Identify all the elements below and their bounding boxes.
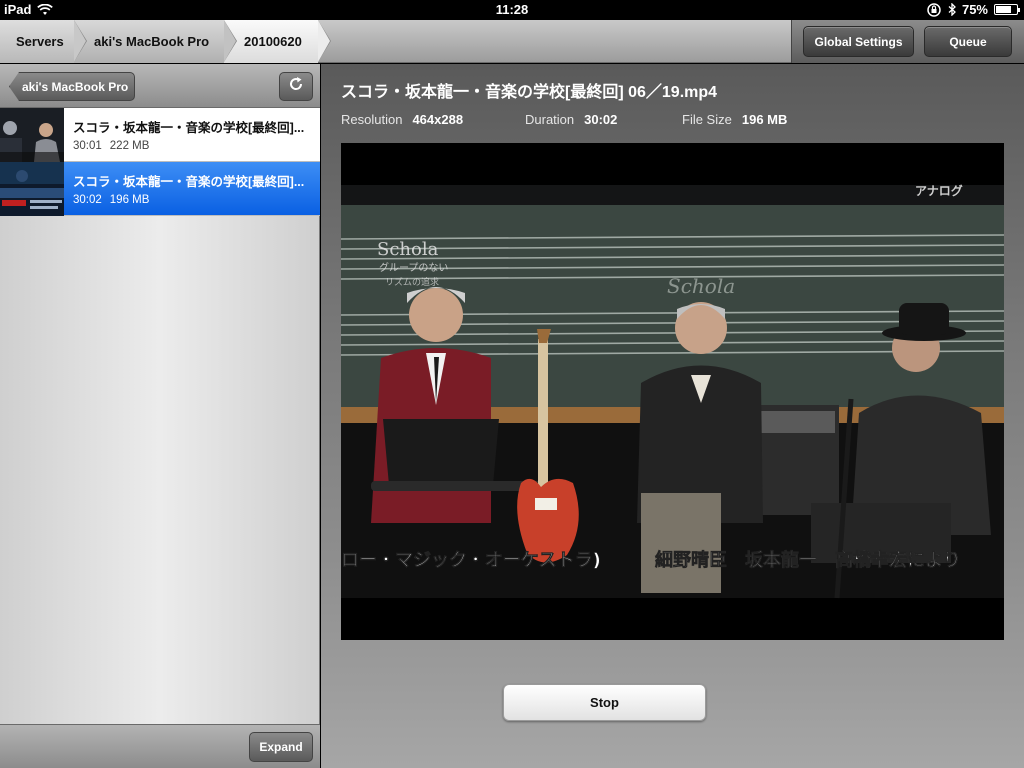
resolution-value: 464x288 <box>412 112 464 127</box>
list-item-title: スコラ・坂本龍一・音楽の学校[最終回]... <box>73 175 305 189</box>
caption-right: 細野晴臣 坂本龍一 高橋幸宏により <box>655 549 961 571</box>
breadcrumb: Servers aki's MacBook Pro 20100620 <box>0 20 331 63</box>
board-subtitle-2: リズムの追求 <box>385 276 439 288</box>
list-item-duration: 30:01 <box>73 140 102 152</box>
stop-button[interactable]: Stop <box>503 684 706 721</box>
caption-left: ロー・マジック・オーケストラ) <box>341 550 601 571</box>
back-button-label: aki's MacBook Pro <box>22 79 129 94</box>
file-list-panel: aki's MacBook Pro スコラ・坂本龍一・音楽の学校[最終回]... <box>0 64 320 768</box>
video-player[interactable]: アナログ Schola グループのない リズムの追求 Schola ロー・マジッ… <box>341 143 1004 640</box>
resolution-label: Resolution <box>341 112 403 127</box>
list-item-selected[interactable]: スコラ・坂本龍一・音楽の学校[最終回]... 30:02 196 MB <box>0 162 320 216</box>
breadcrumb-folder-label: 20100620 <box>244 34 302 49</box>
video-detail-panel: スコラ・坂本龍一・音楽の学校[最終回] 06／19.mp4 Resolution… <box>321 64 1024 768</box>
breadcrumb-computer-label: aki's MacBook Pro <box>94 34 210 49</box>
queue-button[interactable]: Queue <box>924 26 1012 57</box>
list-item-meta: 30:02 196 MB <box>73 194 149 206</box>
board-subtitle-1: グループのない <box>379 261 448 274</box>
expand-button[interactable]: Expand <box>249 732 313 762</box>
battery-percent: 75% <box>961 2 988 17</box>
list-item-title: スコラ・坂本龍一・音楽の学校[最終回]... <box>73 121 305 135</box>
breadcrumb-servers[interactable]: Servers <box>0 20 87 63</box>
list-item-duration: 30:02 <box>73 194 102 206</box>
duration-label: Duration <box>525 112 575 127</box>
list-item-meta: 30:01 222 MB <box>73 140 149 152</box>
duration-value: 30:02 <box>584 112 618 127</box>
toolbar-actions: Global Settings Queue <box>791 20 1024 63</box>
video-list: スコラ・坂本龍一・音楽の学校[最終回]... 30:01 222 MB スコラ・坂… <box>0 108 320 216</box>
list-item[interactable]: スコラ・坂本龍一・音楽の学校[最終回]... 30:01 222 MB <box>0 108 320 162</box>
breadcrumb-servers-label: Servers <box>16 34 64 49</box>
battery-icon <box>994 4 1020 15</box>
board-title: Schola <box>377 239 439 260</box>
filesize-label: File Size <box>682 112 732 127</box>
breadcrumb-computer[interactable]: aki's MacBook Pro <box>74 20 237 63</box>
status-bar: iPad 11:28 75% <box>0 0 1024 20</box>
refresh-button[interactable] <box>279 72 313 101</box>
video-info: Resolution 464x288 Duration 30:02 File S… <box>341 112 787 127</box>
list-item-size: 222 MB <box>109 140 150 152</box>
chalk-writing: Schola <box>667 274 735 298</box>
sidebar-footer: Expand <box>0 724 320 768</box>
sidebar-header: aki's MacBook Pro <box>0 64 320 108</box>
filesize-value: 196 MB <box>741 112 788 127</box>
bluetooth-icon <box>948 3 956 16</box>
rotation-lock-icon <box>926 2 942 17</box>
video-title: スコラ・坂本龍一・音楽の学校[最終回] 06／19.mp4 <box>341 84 718 101</box>
status-time: 11:28 <box>495 2 529 17</box>
video-thumbnail <box>0 162 64 216</box>
breadcrumb-folder[interactable]: 20100620 <box>224 20 331 63</box>
global-settings-button[interactable]: Global Settings <box>803 26 914 57</box>
refresh-icon <box>288 76 304 97</box>
list-item-size: 196 MB <box>109 194 150 206</box>
video-thumbnail <box>0 108 64 162</box>
top-toolbar: Servers aki's MacBook Pro 20100620 Globa… <box>0 20 1024 63</box>
back-button[interactable]: aki's MacBook Pro <box>9 72 135 101</box>
video-watermark: アナログ <box>915 183 963 198</box>
